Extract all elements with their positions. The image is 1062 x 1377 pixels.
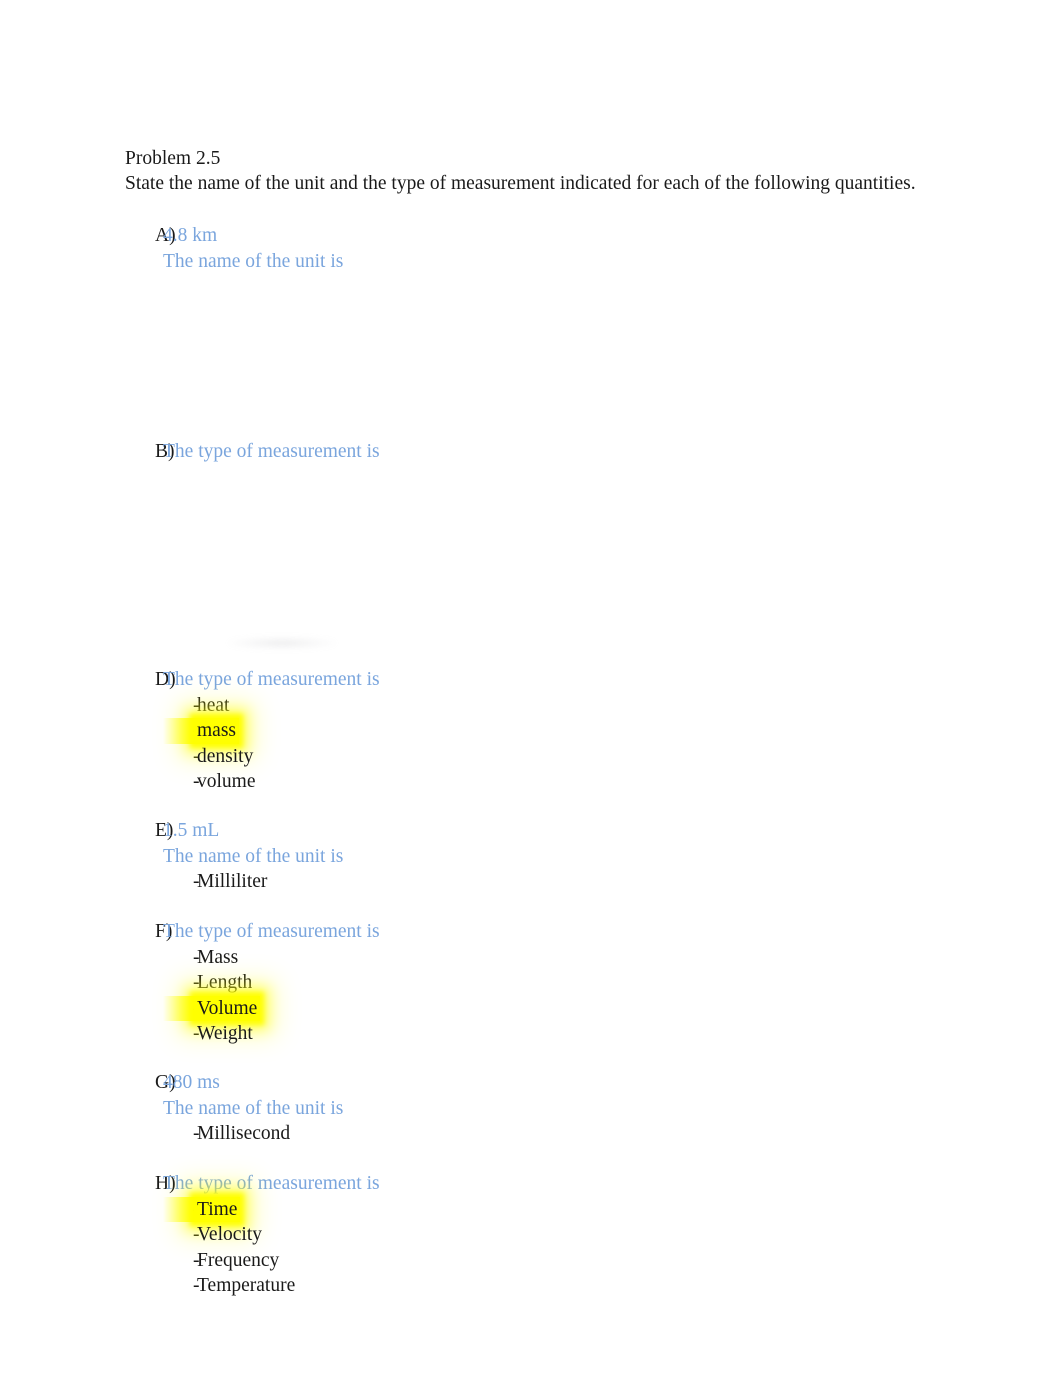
question-prompt: The type of measurement is [163,921,380,942]
quantity-value: 4.8 km [163,225,218,246]
bullet-dash-icon: - [193,745,200,767]
bullet-dash-icon: - [193,946,200,968]
question-item-d: D)The type of measurement is-heat-mass-d… [125,667,985,795]
question-item-body: 4.8 km The name of the unit is [163,223,985,274]
answer-choice-label-highlighted: Volume [194,995,261,1021]
document-header: Problem 2.5 State the name of the unit a… [125,146,945,196]
answer-choice-list: - Milliliter [163,869,985,895]
question-prompt: The name of the unit is [163,1097,344,1119]
answer-choice[interactable]: - Velocity [163,1222,985,1248]
question-item-head: G) 480 ms The name of the unit is - Millisec… [125,1070,985,1147]
bullet-dash-icon: - [193,1249,200,1271]
answer-choice[interactable]: - Length [163,970,985,996]
question-item-head: B) The type of measurement is [125,439,985,465]
bullet-dash-icon: - [163,1196,200,1222]
question-prompt: The name of the unit is [163,845,344,867]
bullet-dash-icon: - [193,871,200,892]
answer-choice-label: Temperature [197,1275,296,1296]
question-item-head: H)The type of measurement is-Time-Veloci… [125,1171,985,1299]
answer-choice[interactable]: -mass [163,718,985,744]
question-item-g: G) 480 ms The name of the unit is - Millisec… [125,1070,985,1147]
item-letter-label: E) [155,820,174,841]
answer-choice-label: Length [197,972,253,993]
quantity-value: 480 ms [163,1072,220,1093]
item-letter-label: H) [155,1173,176,1194]
item-letter-label: D) [155,669,176,690]
answer-choice-list: -Time-Velocity-Frequency-Temperature [163,1196,985,1299]
question-item-body: The type of measurement is-Time-Velocity… [163,1171,985,1299]
page-title: Problem 2.5 [125,148,221,169]
question-prompt: The type of measurement is [163,669,380,690]
question-prompt: The name of the unit is [163,250,344,272]
answer-choice-list: -heat-mass-density-volume [163,693,985,795]
item-letter-label: F) [155,921,173,942]
question-item-a: A) 4.8 km The name of the unit is [125,223,985,274]
answer-choice[interactable]: - Weight [163,1021,985,1047]
answer-choice[interactable]: - volume [163,769,985,795]
question-item-f: F) The type of measurement is - Mass - Length… [125,919,985,1047]
question-item-body: The type of measurement is [163,439,985,465]
answer-choice-label: Milliliter [197,871,268,892]
question-item-e: E) 1.5 mL The name of the unit is - Millilit… [125,818,985,895]
answer-choice-list: -Mass-Length-Volume-Weight [163,945,985,1047]
answer-choice-label-highlighted: Time [194,1196,241,1222]
bullet-dash-icon: - [193,972,200,993]
answer-choice-label-highlighted: mass [194,718,239,744]
bullet-dash-icon: - [193,1224,200,1245]
question-item-head: F) The type of measurement is - Mass - Length… [125,919,985,1047]
item-letter-label: A) [155,225,176,246]
bullet-dash-icon: - [163,995,200,1021]
bullet-dash-icon: - [193,771,200,792]
answer-choice[interactable]: - Millisecond [163,1121,985,1147]
question-item-b: B) The type of measurement is [125,439,985,465]
bullet-dash-icon: - [163,718,200,744]
answer-choice[interactable]: - density [163,744,985,770]
item-letter-label: G) [155,1072,176,1093]
answer-choice[interactable]: - heat [163,693,985,719]
bullet-dash-icon: - [193,1123,200,1144]
instruction-text: State the name of the unit and the type … [125,173,916,194]
question-item-head: D)The type of measurement is-heat-mass-d… [125,667,985,795]
answer-choice-label: heat [197,694,230,716]
answer-choice[interactable]: - Temperature [163,1273,985,1299]
question-item-head: A) 4.8 km The name of the unit is [125,223,985,274]
answer-choice[interactable]: - Mass [163,945,985,971]
question-prompt: The type of measurement is [163,1173,380,1194]
item-letter-label: B) [155,441,175,462]
question-item-body: The type of measurement is-Mass-Length-V… [163,919,985,1047]
answer-choice-label: volume [197,771,256,792]
question-item-body: 1.5 mL The name of the unit is - Milliliter [163,818,985,895]
question-item-head: E) 1.5 mL The name of the unit is - Millilit… [125,818,985,895]
question-prompt: The type of measurement is [163,441,380,462]
answer-choice[interactable]: -Volume [163,995,985,1021]
question-item-body: 480 ms The name of the unit is - Millisecon… [163,1070,985,1147]
answer-choice[interactable]: -Time [163,1196,985,1222]
answer-choice[interactable]: - Frequency [163,1248,985,1274]
quantity-value: 1.5 mL [163,820,220,841]
answer-choice-label: Weight [197,1023,253,1044]
document-page: Problem 2.5 State the name of the unit a… [0,0,1062,1377]
page-smudge-artifact [228,636,336,650]
bullet-dash-icon: - [193,1275,200,1296]
bullet-dash-icon: - [193,1023,200,1044]
bullet-dash-icon: - [193,694,200,716]
answer-choice[interactable]: - Milliliter [163,869,985,895]
answer-choice-list: - Millisecond [163,1121,985,1147]
answer-choice-label: Velocity [197,1224,262,1245]
answer-choice-label: density [197,745,254,767]
answer-choice-label: Millisecond [197,1123,291,1144]
question-item-body: The type of measurement is-heat-mass-den… [163,667,985,795]
answer-choice-label: Frequency [197,1249,280,1271]
answer-choice-label: Mass [197,946,239,968]
question-item-h: H)The type of measurement is-Time-Veloci… [125,1171,985,1299]
